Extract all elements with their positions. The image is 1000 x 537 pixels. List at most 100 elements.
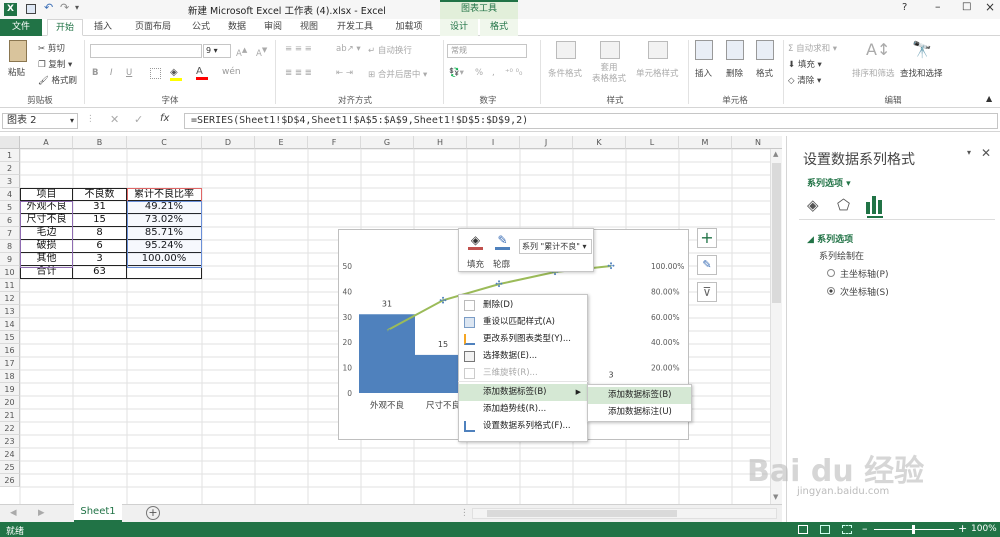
column-header[interactable]: H [414, 136, 467, 149]
table-cell[interactable]: 6 [73, 240, 127, 253]
percent-button[interactable]: % [475, 68, 483, 78]
find-select-button[interactable]: 查找和选择 [900, 67, 943, 79]
series-options-dropdown[interactable]: 系列选项 ▾ [807, 176, 851, 189]
close-button[interactable]: × [985, 0, 995, 14]
column-header[interactable]: A [20, 136, 73, 149]
format-painter-button[interactable]: 🖌 格式刷 [38, 74, 77, 86]
row-header[interactable]: 20 [0, 396, 20, 409]
autosum-button[interactable]: Σ 自动求和 ▾ [788, 42, 837, 54]
row-header[interactable]: 13 [0, 305, 20, 318]
wrap-text-button[interactable]: ↵ 自动换行 [368, 44, 412, 56]
maximize-button[interactable]: □ [962, 1, 971, 12]
table-header-cell[interactable]: 项目 [20, 188, 73, 201]
horizontal-scroll-thumb[interactable] [487, 510, 677, 517]
row-header[interactable]: 17 [0, 357, 20, 370]
indent-icon[interactable]: ⇤ ⇥ [336, 68, 353, 78]
formula-input[interactable]: =SERIES(Sheet1!$D$4,Sheet1!$A$5:$A$9,She… [184, 113, 998, 129]
secondary-axis-radio[interactable] [827, 287, 835, 295]
insert-function-button[interactable]: fx [160, 113, 169, 124]
row-header[interactable]: 26 [0, 474, 20, 487]
column-header[interactable]: B [73, 136, 127, 149]
menu-format-series[interactable]: 设置数据系列格式(F)... [459, 418, 587, 435]
row-header[interactable]: 8 [0, 240, 20, 253]
conditional-format-icon[interactable] [556, 41, 576, 59]
column-header[interactable]: M [679, 136, 732, 149]
italic-button[interactable]: I [110, 68, 113, 78]
align-top-icon[interactable]: ≡ ≡ ≡ [285, 44, 312, 54]
sort-filter-button[interactable]: 排序和筛选 [852, 67, 895, 79]
cancel-entry-icon[interactable]: ✕ [110, 113, 119, 126]
comma-button[interactable]: , [492, 68, 495, 78]
table-cell[interactable]: 31 [73, 201, 127, 214]
tab-file[interactable]: 文件 [0, 19, 42, 36]
fill-line-tab-icon[interactable]: ◈ [807, 196, 819, 214]
row-header[interactable]: 22 [0, 422, 20, 435]
menu-add-data-labels[interactable]: 添加数据标签(B) ▶ [459, 384, 587, 401]
table-cell[interactable]: 15 [73, 214, 127, 227]
table-format-icon[interactable] [600, 41, 620, 59]
tab-data[interactable]: 数据 [222, 19, 252, 36]
find-select-icon[interactable]: 🔭 [912, 40, 932, 59]
column-header[interactable]: J [520, 136, 573, 149]
save-icon[interactable] [26, 4, 36, 14]
table-cell[interactable]: 63 [73, 266, 127, 279]
confirm-entry-icon[interactable]: ✓ [134, 113, 143, 126]
row-header[interactable]: 24 [0, 448, 20, 461]
chart-filter-icon[interactable]: ⊽ [697, 282, 717, 302]
zoom-level[interactable]: 100% [971, 524, 997, 534]
primary-axis-radio[interactable] [827, 269, 835, 277]
undo-icon[interactable]: ↶ [44, 1, 53, 14]
font-name-dropdown[interactable] [90, 44, 202, 58]
paste-button[interactable]: 粘贴 [8, 66, 25, 78]
underline-button[interactable]: U [126, 68, 132, 78]
insert-cells-button[interactable]: 插入 [695, 67, 712, 79]
column-header[interactable]: G [361, 136, 414, 149]
tab-design[interactable]: 设计 [440, 19, 478, 36]
series-options-section[interactable]: ◢ 系列选项 [807, 232, 853, 245]
column-header[interactable]: E [255, 136, 308, 149]
table-format-button[interactable]: 套用 表格格式 [592, 63, 626, 85]
row-header[interactable]: 3 [0, 175, 20, 188]
menu-change-chart-type[interactable]: 更改系列图表类型(Y)... [459, 331, 587, 348]
table-header-cell[interactable]: 不良数 [73, 188, 127, 201]
page-layout-view-icon[interactable] [820, 525, 830, 534]
row-header[interactable]: 6 [0, 214, 20, 227]
redo-icon[interactable]: ↷ [60, 1, 69, 14]
tab-view[interactable]: 视图 [294, 19, 324, 36]
delete-cells-button[interactable]: 删除 [726, 67, 743, 79]
sheet-nav-prev-icon[interactable]: ◀ [10, 508, 17, 518]
delete-cells-icon[interactable] [726, 40, 744, 60]
worksheet-grid[interactable]: ABCDEFGHIJKLMNO 123456789101112131415161… [0, 136, 782, 504]
submenu-add-data-labels[interactable]: 添加数据标签(B) [588, 387, 691, 404]
tab-page-layout[interactable]: 页面布局 [124, 19, 182, 36]
row-header[interactable]: 10 [0, 266, 20, 279]
row-header[interactable]: 25 [0, 461, 20, 474]
font-color-icon[interactable]: A [196, 66, 208, 80]
borders-icon[interactable] [150, 68, 161, 79]
table-cell[interactable]: 3 [73, 253, 127, 266]
menu-add-trendline[interactable]: 添加趋势线(R)... [459, 401, 587, 418]
vertical-scroll-thumb[interactable] [772, 163, 781, 303]
row-header[interactable]: 16 [0, 344, 20, 357]
column-header[interactable]: I [467, 136, 520, 149]
zoom-in-button[interactable]: + [958, 522, 967, 535]
number-format-dropdown[interactable]: 常规 [447, 44, 527, 58]
column-header[interactable]: L [626, 136, 679, 149]
copy-button[interactable]: ❐ 复制 ▾ [38, 58, 72, 70]
row-header[interactable]: 12 [0, 292, 20, 305]
wen-icon[interactable]: wén [222, 67, 241, 77]
chart-elements-button[interactable]: + [697, 228, 717, 248]
normal-view-icon[interactable] [798, 525, 808, 534]
tab-addins[interactable]: 加载项 [388, 19, 430, 36]
menu-reset-style[interactable]: 重设以匹配样式(A) [459, 314, 587, 331]
name-box[interactable]: 图表 2 ▾ [2, 113, 78, 129]
tab-developer[interactable]: 开发工具 [330, 19, 380, 36]
grow-font-icon[interactable]: A▲ [236, 45, 247, 59]
row-header[interactable]: 4 [0, 188, 20, 201]
merge-center-button[interactable]: ⊞ 合并后居中 ▾ [368, 68, 427, 80]
conditional-format-button[interactable]: 条件格式 [548, 67, 582, 79]
page-break-view-icon[interactable] [842, 525, 852, 534]
row-header[interactable]: 9 [0, 253, 20, 266]
column-header[interactable]: K [573, 136, 626, 149]
zoom-out-button[interactable]: – [862, 522, 868, 535]
